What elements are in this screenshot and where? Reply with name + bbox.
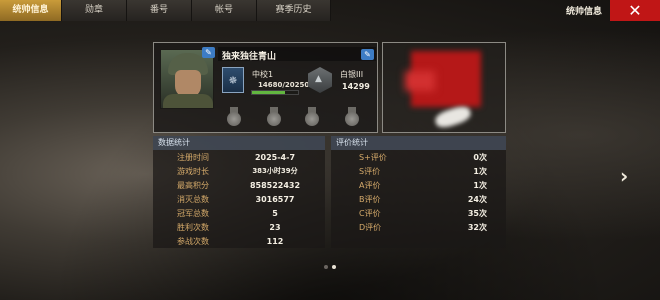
league-score: 14299	[342, 82, 370, 91]
header-right: 统帅信息 ✕	[566, 0, 660, 21]
data-stats-title: 数据统计	[153, 136, 325, 150]
stat-row: 游戏时长 383小时39分	[177, 166, 298, 176]
rating-row: B评价 24次	[359, 194, 487, 204]
xp-progress-fill	[252, 91, 286, 94]
tab-account[interactable]: 帐号	[192, 0, 257, 21]
stat-row: 注册时间 2025-4-7	[177, 152, 296, 162]
player-name: 独来独往青山	[222, 52, 277, 62]
tab-unit-number[interactable]: 番号	[127, 0, 192, 21]
xp-progress-bar	[251, 90, 299, 95]
profile-card: ✎ 独来独往青山 ✎ ✵ 中校1 14680/20250 白银III 14299	[153, 42, 378, 133]
medal-slot-icon[interactable]	[304, 107, 320, 127]
stat-row: 胜利次数 23	[177, 222, 281, 232]
tab-season-history[interactable]: 赛季历史	[257, 0, 331, 21]
page-dot-active[interactable]	[332, 265, 336, 269]
pencil-icon: ✎	[205, 48, 212, 57]
rating-stats-title: 评价统计	[331, 136, 506, 150]
close-icon: ✕	[628, 1, 642, 20]
rating-row: C评价 35次	[359, 208, 487, 218]
page-indicator	[324, 265, 336, 269]
tab-bar: 统帅信息 勋章 番号 帐号 赛季历史	[0, 0, 331, 21]
xp-text: 14680/20250	[258, 81, 310, 89]
redacted-image	[382, 42, 506, 133]
rating-row: A评价 1次	[359, 180, 487, 190]
stat-row: 消灭总数 3016577	[177, 194, 295, 204]
data-stats-panel: 数据统计 注册时间 2025-4-7 游戏时长 383小时39分 最高积分 85852…	[153, 136, 325, 248]
league-name: 白银III	[340, 70, 364, 79]
tab-commander-info[interactable]: 统帅信息	[0, 0, 62, 21]
rank-name: 中校1	[252, 70, 274, 79]
medal-slot-icon[interactable]	[226, 107, 242, 127]
rating-row: D评价 32次	[359, 222, 487, 232]
rating-row: S+评价 0次	[359, 152, 487, 162]
stat-row: 最高积分 858522432	[177, 180, 301, 190]
medal-slot-icon[interactable]	[266, 107, 282, 127]
pencil-icon: ✎	[364, 50, 371, 59]
tab-medals[interactable]: 勋章	[62, 0, 127, 21]
edit-name-button[interactable]: ✎	[361, 49, 374, 60]
stat-row: 参战次数 112	[177, 236, 284, 246]
medal-slot-icon[interactable]	[344, 107, 360, 127]
page-title: 统帅信息	[565, 7, 602, 17]
edit-avatar-button[interactable]: ✎	[202, 47, 215, 58]
stat-row: 冠军总数 5	[177, 208, 278, 218]
rank-insignia-icon: ✵	[222, 67, 244, 93]
rating-stats-panel: 评价统计 S+评价 0次 S评价 1次 A评价 1次 B评价 24次 C评价 35次 D评…	[331, 136, 506, 248]
rating-row: S评价 1次	[359, 166, 487, 176]
close-button[interactable]: ✕	[610, 0, 660, 21]
avatar[interactable]	[160, 49, 214, 109]
next-page-arrow-icon[interactable]: ›	[620, 164, 628, 188]
league-badge-icon	[308, 67, 332, 93]
page-dot[interactable]	[324, 265, 328, 269]
